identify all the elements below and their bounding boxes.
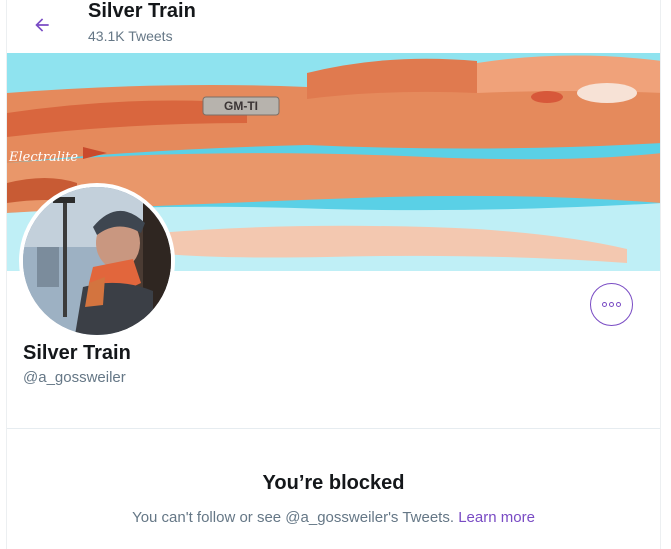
top-header: Silver Train 43.1K Tweets bbox=[7, 0, 660, 53]
blocked-title: You’re blocked bbox=[262, 472, 405, 494]
banner-badge-text: GM-TI bbox=[224, 99, 258, 113]
more-horizontal-icon bbox=[600, 302, 622, 307]
blocked-message: You can't follow or see @a_gossweiler's … bbox=[132, 509, 455, 526]
header-title: Silver Train bbox=[88, 0, 196, 22]
blocked-message-row: You can't follow or see @a_gossweiler's … bbox=[7, 508, 660, 528]
arrow-left-icon bbox=[35, 18, 49, 32]
avatar-image bbox=[23, 187, 171, 335]
tweet-count: 43.1K Tweets bbox=[88, 28, 173, 44]
back-button[interactable] bbox=[25, 8, 59, 42]
profile-handle: @a_gossweiler bbox=[23, 369, 126, 386]
profile-avatar[interactable] bbox=[19, 183, 175, 339]
profile-page: Silver Train 43.1K Tweets GM-TI Electral… bbox=[6, 0, 661, 549]
profile-name: Silver Train bbox=[23, 342, 131, 364]
more-options-button[interactable] bbox=[590, 283, 633, 326]
learn-more-link[interactable]: Learn more bbox=[458, 509, 535, 526]
banner-script-text: Electralite bbox=[8, 150, 78, 165]
section-divider bbox=[7, 428, 660, 429]
